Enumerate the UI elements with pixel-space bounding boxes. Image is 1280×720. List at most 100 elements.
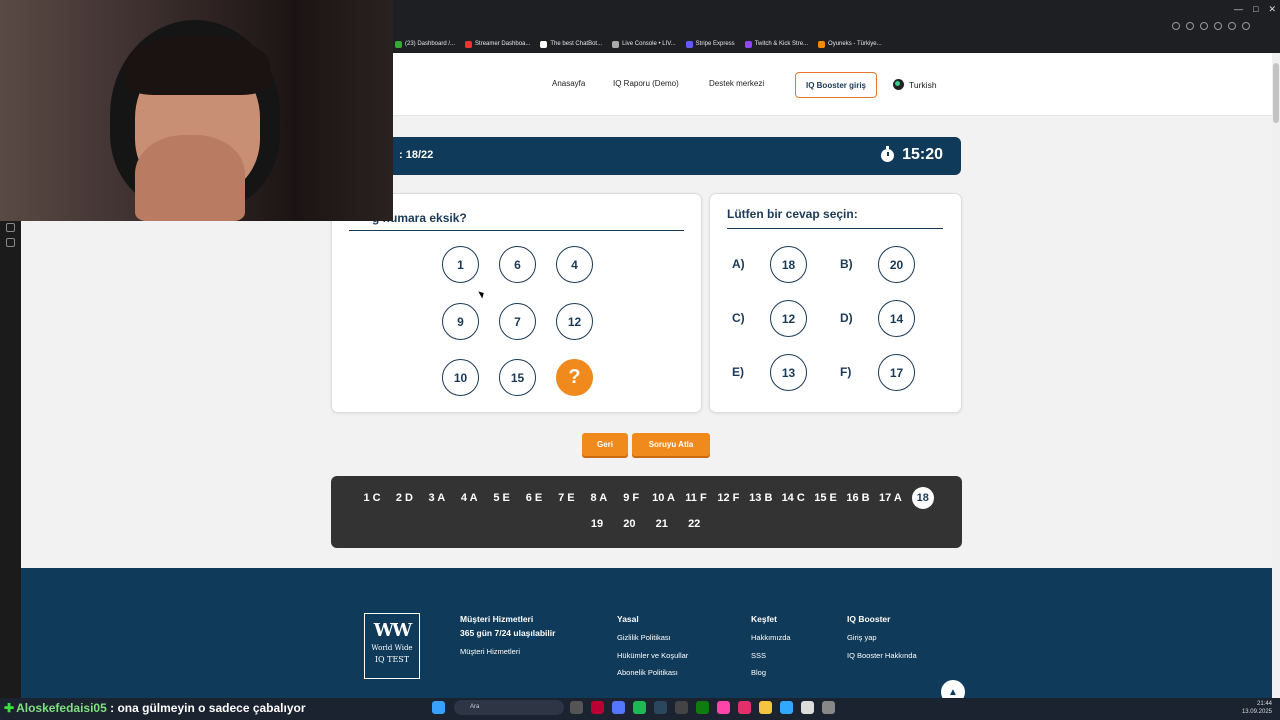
app-icon[interactable] (591, 701, 604, 714)
bookmark-favicon-icon (395, 40, 402, 48)
question-nav-item[interactable]: 5 E (487, 492, 517, 504)
current-question-marker[interactable]: 18 (911, 487, 934, 509)
answer-card: Lütfen bir cevap seçin: A) 18 B) 20 C) 12 D) 14… (709, 193, 962, 413)
chat-text: : ona gülmeyin o sadece çabalıyor (106, 701, 306, 715)
scroll-to-top-button[interactable]: ▲ (941, 680, 965, 698)
question-nav-item[interactable]: 22 (679, 518, 709, 530)
question-nav-item[interactable]: 4 A (454, 492, 484, 504)
question-nav-item[interactable]: 12 F (713, 492, 743, 504)
nav-home[interactable]: Anasayfa (552, 79, 585, 88)
bookmark-item[interactable]: Streamer Dashboa... (460, 37, 535, 51)
question-nav-item[interactable]: 21 (647, 518, 677, 530)
taskbar-search[interactable]: Ara (454, 700, 564, 715)
bookmark-item[interactable]: Stripe Express (681, 37, 740, 51)
answer-option-button[interactable]: 14 (878, 300, 915, 337)
footer-link[interactable]: Blog (751, 668, 766, 677)
question-nav-item[interactable]: 6 E (519, 492, 549, 504)
nav-support[interactable]: Destek merkezi (709, 79, 764, 88)
bookmark-item[interactable]: Live Console • LIV... (607, 37, 681, 51)
page-scrollbar[interactable] (1272, 53, 1280, 698)
windows-start-icon[interactable] (432, 701, 445, 714)
question-nav-item[interactable]: 2 D (389, 492, 419, 504)
bookmark-item[interactable]: Oyuneks - Türkiye... (813, 37, 887, 51)
number-cell: 15 (499, 359, 536, 396)
divider (349, 230, 684, 231)
spotify-icon[interactable] (633, 701, 646, 714)
xbox-icon[interactable] (696, 701, 709, 714)
world-wide-iq-test-logo[interactable]: WW World Wide IQ TEST (364, 613, 420, 679)
question-nav-item[interactable]: 16 B (843, 492, 873, 504)
question-navigator: 1 C2 D3 A4 A5 E6 E7 E8 A9 F 10 A 11 F 12 F1… (331, 476, 962, 548)
scrollbar-thumb[interactable] (1273, 63, 1279, 123)
bookmark-label: Oyuneks - Türkiye... (828, 41, 882, 47)
question-nav-item[interactable]: 14 C (778, 492, 808, 504)
footer-link[interactable]: Gizlilik Politikası (617, 633, 671, 642)
footer-link[interactable]: Abonelik Politikası (617, 668, 678, 677)
extension-icon[interactable] (1172, 22, 1180, 30)
footer-link[interactable]: Müşteri Hizmetleri (460, 647, 520, 656)
footer-link[interactable]: Giriş yap (847, 633, 877, 642)
system-tray[interactable]: 21:44 13.09.2025 (1242, 700, 1272, 716)
question-nav-item[interactable]: 8 A (584, 492, 614, 504)
extension-icons[interactable] (1172, 22, 1250, 30)
app-icon[interactable] (570, 701, 583, 714)
logo-mark: WW (373, 620, 412, 641)
answer-option-button[interactable]: 17 (878, 354, 915, 391)
question-nav-item[interactable]: 3 A (422, 492, 452, 504)
extension-icon[interactable] (1186, 22, 1194, 30)
question-nav-item[interactable]: 20 (614, 518, 644, 530)
extension-icon[interactable] (1214, 22, 1222, 30)
close-icon[interactable]: ✕ (1268, 4, 1276, 15)
option-letter: A) (732, 257, 745, 271)
question-nav-item[interactable]: 1 C (357, 492, 387, 504)
instagram-icon[interactable] (738, 701, 751, 714)
folder-icon[interactable] (759, 701, 772, 714)
bookmark-favicon-icon (744, 40, 752, 48)
answer-option-button[interactable]: 12 (770, 300, 807, 337)
footer-link[interactable]: Hakkımızda (751, 633, 791, 642)
booster-login-button[interactable]: IQ Booster giriş (795, 72, 877, 98)
question-nav-item[interactable]: 9 F (616, 492, 646, 504)
maximize-icon[interactable]: □ (1253, 4, 1258, 15)
bookmark-label: Streamer Dashboa... (475, 41, 531, 47)
option-letter: B) (840, 257, 853, 271)
footer-link[interactable]: Hükümler ve Koşullar (617, 651, 688, 660)
photoshop-icon[interactable] (780, 701, 793, 714)
steam-icon[interactable] (654, 701, 667, 714)
app-icon[interactable] (822, 701, 835, 714)
answer-option-button[interactable]: 20 (878, 246, 915, 283)
app-icon[interactable] (675, 701, 688, 714)
question-header: : 18/22 15:20 (311, 137, 961, 175)
nav-iq-report[interactable]: IQ Raporu (Demo) (613, 79, 679, 88)
footer-link[interactable]: SSS (751, 651, 766, 660)
home-icon[interactable] (6, 223, 15, 232)
chrome-icon[interactable] (801, 701, 814, 714)
bookmark-item[interactable]: Twitch & Kick Stre... (740, 37, 813, 51)
minimize-icon[interactable]: — (1234, 4, 1243, 15)
back-button[interactable]: Geri (582, 433, 628, 456)
extension-icon[interactable] (1200, 22, 1208, 30)
number-cell: 7 (499, 303, 536, 340)
language-selector[interactable]: Turkish (893, 79, 937, 90)
answer-option-button[interactable]: 13 (770, 354, 807, 391)
footer-link[interactable]: IQ Booster Hakkında (847, 651, 917, 660)
bookmark-item[interactable]: The best ChatBot... (535, 37, 607, 51)
question-nav-item[interactable]: 10 A (649, 492, 679, 504)
bookmarks-bar: (23) Dashboard /... Streamer Dashboa... Th… (390, 37, 887, 51)
question-nav-item[interactable]: 19 (582, 518, 612, 530)
answer-option-button[interactable]: 18 (770, 246, 807, 283)
question-nav-item[interactable]: 11 F (681, 492, 711, 504)
question-nav-item[interactable]: 17 A (875, 492, 905, 504)
question-nav-item[interactable]: 13 B (746, 492, 776, 504)
question-nav-item[interactable]: 7 E (551, 492, 581, 504)
settings-icon[interactable] (6, 238, 15, 247)
question-nav-item[interactable]: 15 E (811, 492, 841, 504)
extension-icon[interactable] (1228, 22, 1236, 30)
option-letter: F) (840, 365, 852, 379)
extension-icon[interactable] (1242, 22, 1250, 30)
app-icon[interactable] (717, 701, 730, 714)
skip-question-button[interactable]: Soruyu Atla (632, 433, 710, 456)
app-icon[interactable] (612, 701, 625, 714)
bookmark-item[interactable]: (23) Dashboard /... (390, 37, 460, 51)
bookmark-label: Twitch & Kick Stre... (754, 41, 809, 47)
